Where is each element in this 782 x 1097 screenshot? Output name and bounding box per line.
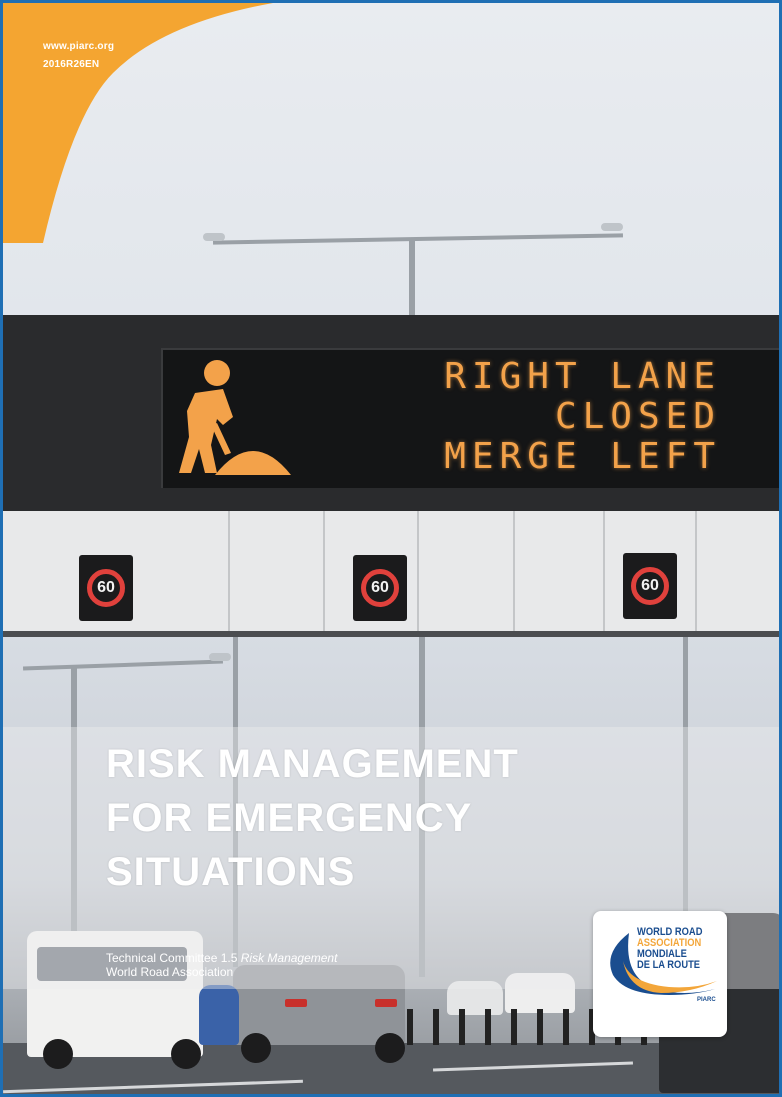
panel-seam	[228, 511, 230, 635]
title-line-2: FOR EMERGENCY	[106, 796, 473, 840]
wheel	[241, 1033, 271, 1063]
vms-message: RIGHT LANE CLOSED MERGE LEFT	[361, 357, 721, 477]
logo-wordmark: WORLD ROAD ASSOCIATION MONDIALE DE LA RO…	[637, 927, 702, 971]
committee-prefix: Technical Committee 1.5	[106, 951, 241, 965]
speed-limit-sign: 60	[353, 555, 407, 621]
speed-limit-value: 60	[631, 567, 669, 605]
panel-seam	[695, 511, 697, 635]
report-cover: www.piarc.org 2016R26EN RIGHT LANE CLOSE…	[0, 0, 782, 1097]
title-line-1: RISK MANAGEMENT	[106, 742, 519, 786]
committee-credit: Technical Committee 1.5 Risk Management …	[106, 951, 337, 979]
wheel	[375, 1033, 405, 1063]
vms-line-3: MERGE LEFT	[444, 436, 721, 477]
lamp-arm	[22, 659, 224, 671]
blue-car	[199, 985, 239, 1045]
document-title: RISK MANAGEMENT FOR EMERGENCY SITUATIONS	[106, 737, 666, 899]
panel-seam	[513, 511, 515, 635]
committee-line: Technical Committee 1.5 Risk Management	[106, 951, 337, 965]
speed-limit-sign: 60	[623, 553, 677, 619]
association-name: World Road Association	[106, 965, 234, 979]
logo-tag: PIARC	[697, 997, 716, 1003]
document-code: 2016R26EN	[43, 59, 100, 70]
title-line-3: SITUATIONS	[106, 850, 356, 894]
panel-seam	[603, 511, 605, 635]
committee-topic: Risk Management	[240, 951, 338, 965]
vms-line-2: CLOSED	[554, 396, 721, 437]
panel-seam	[323, 511, 325, 635]
lamp-head	[601, 223, 623, 231]
tail-light	[285, 999, 307, 1007]
logo-line-4: DE LA ROUTE	[637, 959, 701, 971]
gantry-bottom	[3, 631, 779, 637]
tail-light	[375, 999, 397, 1007]
speed-limit-value: 60	[87, 569, 125, 607]
website-url[interactable]: www.piarc.org	[43, 41, 114, 52]
wheel	[43, 1039, 73, 1069]
lamp-post	[409, 241, 415, 321]
vms-line-1: RIGHT LANE	[444, 356, 721, 397]
speed-limit-value: 60	[361, 569, 399, 607]
panel-seam	[417, 511, 419, 635]
roadworks-worker-icon	[179, 360, 291, 475]
lamp-arm	[212, 233, 624, 245]
speed-limit-sign: 60	[79, 555, 133, 621]
corner-wedge	[3, 3, 273, 243]
lamp-head	[203, 233, 225, 241]
wheel	[171, 1039, 201, 1069]
lamp-head	[209, 653, 231, 661]
